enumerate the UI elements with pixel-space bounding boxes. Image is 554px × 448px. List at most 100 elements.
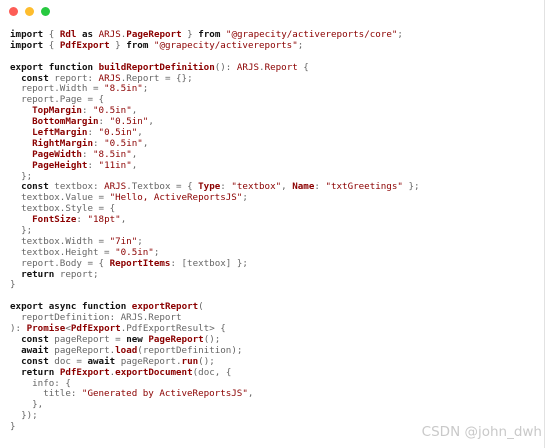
code-token: (reportDefinition);	[137, 344, 243, 356]
code-token: textbox.Value =	[10, 192, 110, 204]
code-token: await	[87, 355, 116, 367]
code-token: new	[126, 333, 143, 345]
code-token: ,	[281, 181, 293, 193]
close-button-icon[interactable]	[9, 6, 18, 16]
code-token: reportDefinition: ARJS.Report	[10, 312, 182, 324]
code-token: "8.5in"	[93, 148, 132, 160]
maximize-button-icon[interactable]	[41, 6, 50, 16]
code-token: textbox.Style = {	[10, 203, 116, 215]
code-token: "18pt"	[87, 214, 121, 226]
code-token: PageReport	[126, 29, 182, 40]
code-token: "0.5in"	[109, 116, 149, 128]
code-token: :	[81, 148, 94, 160]
code-token: RightMargin	[32, 137, 93, 149]
code-token: report;	[54, 268, 99, 280]
code-token: export	[10, 61, 44, 73]
code-token: ;	[137, 235, 143, 247]
code-line: title: "Generated by ActiveReportsJS",	[10, 388, 420, 400]
code-token: :	[87, 159, 99, 171]
code-token: "0.5in"	[115, 246, 154, 258]
code-token: });	[10, 410, 38, 422]
code-token: :	[81, 105, 94, 117]
code-token: report.Width =	[10, 83, 105, 95]
code-token: ;	[153, 246, 160, 258]
code-window: import { Rdl as ARJS.PageReport } from "…	[0, 0, 545, 448]
code-token: ARJS	[98, 72, 121, 84]
code-block: import { Rdl as ARJS.PageReport } from "…	[10, 29, 420, 433]
code-token: as	[81, 29, 94, 40]
code-token: exportDocument	[115, 366, 193, 378]
code-token: load	[115, 344, 138, 356]
code-token: };	[10, 225, 33, 237]
code-token: ():	[214, 61, 237, 73]
code-token: textbox:	[48, 181, 105, 193]
code-token: pageReport.	[48, 344, 116, 356]
code-token: },	[10, 399, 44, 411]
code-token: textbox.Height =	[10, 246, 116, 258]
code-token: :	[314, 181, 326, 193]
minimize-button-icon[interactable]	[25, 6, 34, 16]
code-token: "0.5in"	[93, 105, 132, 117]
code-token: ,	[137, 127, 143, 139]
code-token: ,	[148, 116, 154, 128]
code-token: ,	[142, 137, 149, 149]
code-token: import	[10, 39, 44, 51]
code-token: (doc, {	[192, 366, 232, 378]
code-token: "7in"	[109, 235, 138, 247]
code-token: const	[21, 355, 49, 367]
code-token: LeftMargin	[32, 127, 88, 139]
code-token: }	[109, 39, 127, 51]
code-token: "Generated by ActiveReportsJS"	[81, 388, 248, 400]
code-token: "0.5in"	[104, 137, 143, 149]
code-token: (	[198, 301, 204, 313]
code-token: Report	[264, 61, 298, 73]
code-token: BottomMargin	[32, 116, 99, 128]
code-token: ();	[203, 333, 221, 345]
code-token: ,	[120, 214, 127, 226]
code-token: info: {	[10, 377, 71, 389]
code-token: }	[10, 279, 16, 291]
code-token: report.Body = {	[10, 257, 110, 269]
code-token: };	[10, 170, 33, 182]
code-token: ,	[131, 105, 138, 117]
code-token: {	[297, 61, 309, 73]
code-token: "textbox"	[231, 181, 282, 193]
code-token: Type	[198, 181, 221, 193]
code-token: Rdl	[59, 29, 77, 40]
code-token: return	[21, 268, 55, 280]
code-token: ARJS	[98, 29, 121, 40]
code-token: ,	[247, 388, 254, 400]
code-token: "@grapecity/activereports/core"	[225, 29, 398, 40]
code-token: report:	[48, 72, 99, 84]
code-token: {	[43, 39, 60, 51]
code-token: }	[10, 421, 16, 433]
code-line: }	[10, 280, 420, 291]
code-token: run	[181, 355, 199, 367]
code-token: "8.5in"	[104, 83, 143, 95]
code-token: function	[48, 61, 94, 73]
code-token: "txtGreetings"	[325, 181, 403, 193]
code-token: ,	[131, 148, 138, 160]
code-line: },	[10, 399, 420, 411]
code-line: return PdfExport.exportDocument(doc, {	[10, 366, 420, 379]
code-line: FontSize: "18pt",	[10, 214, 420, 226]
code-token: report.Page = {	[10, 94, 105, 106]
code-token: pageReport =	[48, 333, 127, 345]
code-token: PageWidth	[32, 148, 82, 160]
code-token: "11in"	[98, 159, 132, 171]
window-titlebar	[0, 0, 544, 22]
code-token: : [textbox] };	[170, 257, 248, 269]
code-token: :	[220, 181, 232, 193]
code-token: {	[43, 29, 60, 40]
code-line: PageHeight: "11in",	[10, 159, 420, 172]
code-token: };	[402, 181, 420, 193]
code-token: return	[21, 366, 55, 378]
code-line: import { PdfExport } from "@grapecity/ac…	[10, 39, 420, 52]
code-token: .Report = {};	[120, 72, 193, 84]
code-token: ;	[142, 83, 149, 95]
